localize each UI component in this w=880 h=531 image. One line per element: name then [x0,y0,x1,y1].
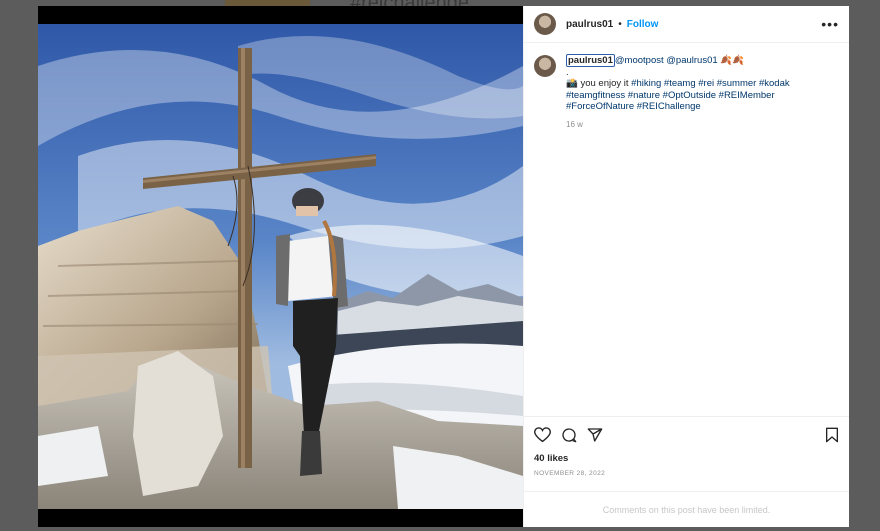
post-modal: paulrus01 • Follow ••• paulrus01 @mootpos… [38,6,849,527]
action-row [534,425,839,445]
caption-hashtag[interactable]: #ForceOfNature [566,101,634,112]
comments-limited-notice: Comments on this post have been limited. [524,491,849,527]
caption-mention[interactable]: @paulrus01 [666,55,717,66]
post-date: NOVEMBER 28, 2022 [534,470,606,477]
caption-hashtag[interactable]: #hiking [631,78,661,89]
actions-section: 40 likes NOVEMBER 28, 2022 [524,416,849,477]
post-photo[interactable] [38,6,523,527]
caption-text-segment: . [566,66,569,78]
likes-count[interactable]: 40 likes [534,453,839,464]
caption-hashtag[interactable]: #teamg [664,78,696,89]
caption-mention[interactable]: @mootpost [615,55,664,66]
share-icon[interactable] [587,427,603,443]
mountain-photo [38,6,523,527]
caption-area: paulrus01 @mootpost @paulrus01 🍂🍂. 📸 you e… [524,43,849,416]
caption-text-segment: 📸 you enjoy it [566,78,632,89]
caption-hashtag[interactable]: #teamgfitness [566,90,625,101]
bookmark-icon[interactable] [825,427,839,443]
caption-hashtag[interactable]: #REIMember [719,90,775,101]
caption-username[interactable]: paulrus01 [566,54,615,67]
caption-hashtag[interactable]: #kodak [759,78,790,89]
caption-text: paulrus01 @mootpost @paulrus01 🍂🍂. 📸 you e… [566,54,811,113]
comment-icon[interactable] [561,427,577,443]
caption-avatar[interactable] [534,55,556,77]
caption-hashtag[interactable]: #OptOutside [663,90,716,101]
caption-hashtag[interactable]: #nature [628,90,660,101]
post-header: paulrus01 • Follow ••• [524,6,849,43]
heart-icon[interactable] [534,427,551,443]
caption: paulrus01 @mootpost @paulrus01 🍂🍂. 📸 you e… [566,54,811,404]
separator-dot: • [618,18,622,30]
more-options-icon[interactable]: ••• [821,16,839,32]
post-sidebar: paulrus01 • Follow ••• paulrus01 @mootpos… [523,6,849,527]
caption-hashtag[interactable]: #summer [717,78,757,89]
avatar[interactable] [534,13,556,35]
caption-time[interactable]: 16 w [566,119,811,131]
caption-text-segment: 🍂🍂 [717,55,744,66]
caption-hashtag[interactable]: #rei [698,78,714,89]
follow-button[interactable]: Follow [627,19,659,30]
author-username[interactable]: paulrus01 [566,19,613,30]
caption-hashtag[interactable]: #REIChallenge [637,101,701,112]
